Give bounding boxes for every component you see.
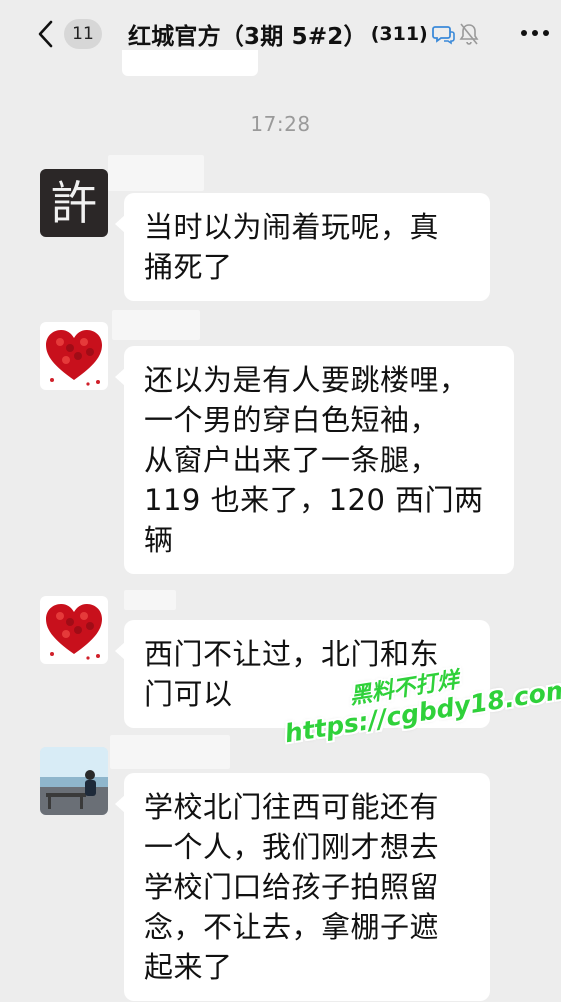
message-line: 念，不让去，拿棚子遮 <box>144 910 440 944</box>
message-line: 捅死了 <box>144 250 233 284</box>
more-options-button[interactable] <box>517 18 553 48</box>
message-line: 119 也来了，120 西门两 <box>144 483 484 517</box>
unread-count-badge: 11 <box>64 19 102 49</box>
chat-title[interactable]: 红城官方（3期 5#2） (311) <box>128 16 480 52</box>
message-line: 门可以 <box>144 677 233 711</box>
message-line: 辆 <box>144 523 174 557</box>
message-bubble[interactable]: 还以为是有人要跳楼哩， 一个男的穿白色短袖， 从窗户出来了一条腿， 119 也来… <box>115 346 514 574</box>
message-line: 还以为是有人要跳楼哩， <box>144 363 469 397</box>
message-line: 一个人，我们刚才想去 <box>144 830 440 864</box>
chat-bubbles-icon <box>431 26 455 45</box>
rose-heart-icon <box>46 604 102 660</box>
avatar-calligraphy-char: 許 <box>51 176 97 230</box>
message-line: 从窗户出来了一条腿， <box>144 443 440 477</box>
previous-message-bubble <box>122 50 258 76</box>
rose-heart-icon <box>46 330 102 386</box>
message-line: 西门不让过，北门和东 <box>144 637 440 671</box>
chat-header: 11 红城官方（3期 5#2） (311) <box>0 0 561 66</box>
message-line: 当时以为闹着玩呢，真 <box>144 210 440 244</box>
member-count: (311) <box>370 23 428 45</box>
message-line: 学校北门往西可能还有 <box>144 790 440 824</box>
sender-name-blurred <box>110 735 230 769</box>
message-bubble[interactable]: 西门不让过，北门和东 门可以 <box>115 620 490 728</box>
avatar[interactable] <box>40 596 108 664</box>
back-chevron-icon <box>38 20 53 48</box>
more-dots-icon <box>521 30 549 36</box>
sender-name-blurred <box>124 590 176 610</box>
sender-name-blurred <box>108 155 204 191</box>
message-line: 一个男的穿白色短袖， <box>144 403 440 437</box>
message-timestamp: 17:28 <box>250 112 311 136</box>
message-line: 学校门口给孩子拍照留 <box>144 870 440 904</box>
message-line: 起来了 <box>144 950 233 984</box>
message-bubble[interactable]: 当时以为闹着玩呢，真 捅死了 <box>115 193 490 301</box>
sender-name-blurred <box>112 310 200 340</box>
avatar[interactable]: 許 <box>40 169 108 237</box>
group-name: 红城官方（3期 5#2） <box>128 24 367 50</box>
mute-bell-icon <box>459 23 479 45</box>
chat-screen: 11 红城官方（3期 5#2） (311) 17:28 許 当时以为闹着玩呢，真… <box>0 0 561 1002</box>
avatar[interactable] <box>40 747 108 815</box>
back-button[interactable]: 11 <box>36 16 102 52</box>
avatar[interactable] <box>40 322 108 390</box>
person-on-bench-photo-icon <box>40 747 108 815</box>
message-bubble[interactable]: 学校北门往西可能还有 一个人，我们刚才想去 学校门口给孩子拍照留 念，不让去，拿… <box>115 773 490 1001</box>
